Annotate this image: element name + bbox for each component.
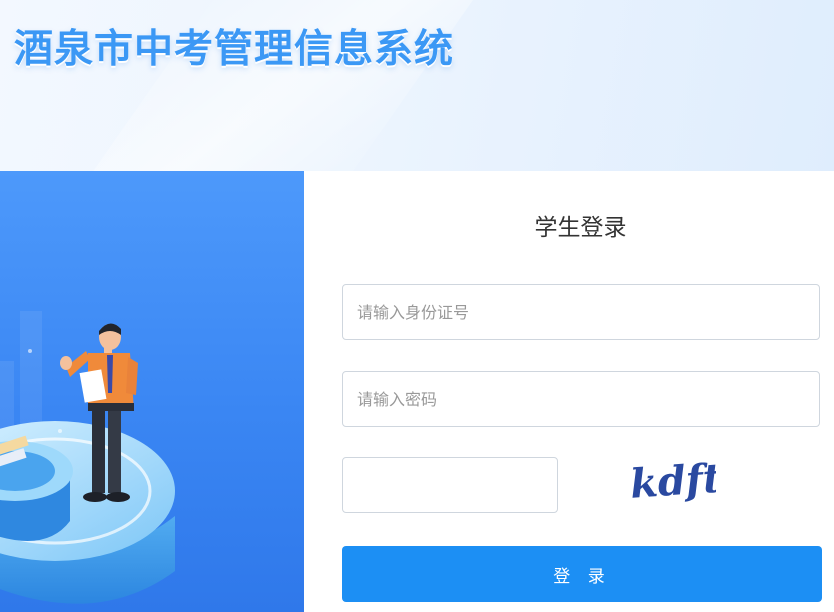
- id-number-input[interactable]: [342, 284, 820, 340]
- system-title: 酒泉市中考管理信息系统: [14, 27, 455, 72]
- hero-illustration: [0, 171, 304, 612]
- page-header: 酒泉市中考管理信息系统: [0, 0, 834, 171]
- captcha-text: kdft: [628, 455, 716, 506]
- login-button[interactable]: 登 录: [342, 546, 822, 602]
- illustration-graphic: [0, 311, 175, 604]
- captcha-image[interactable]: kdft: [626, 451, 716, 506]
- captcha-input[interactable]: [342, 457, 558, 513]
- password-input[interactable]: [342, 371, 820, 427]
- login-panel: 学生登录 kdft 登 录: [304, 171, 834, 612]
- login-title: 学生登录: [534, 215, 627, 241]
